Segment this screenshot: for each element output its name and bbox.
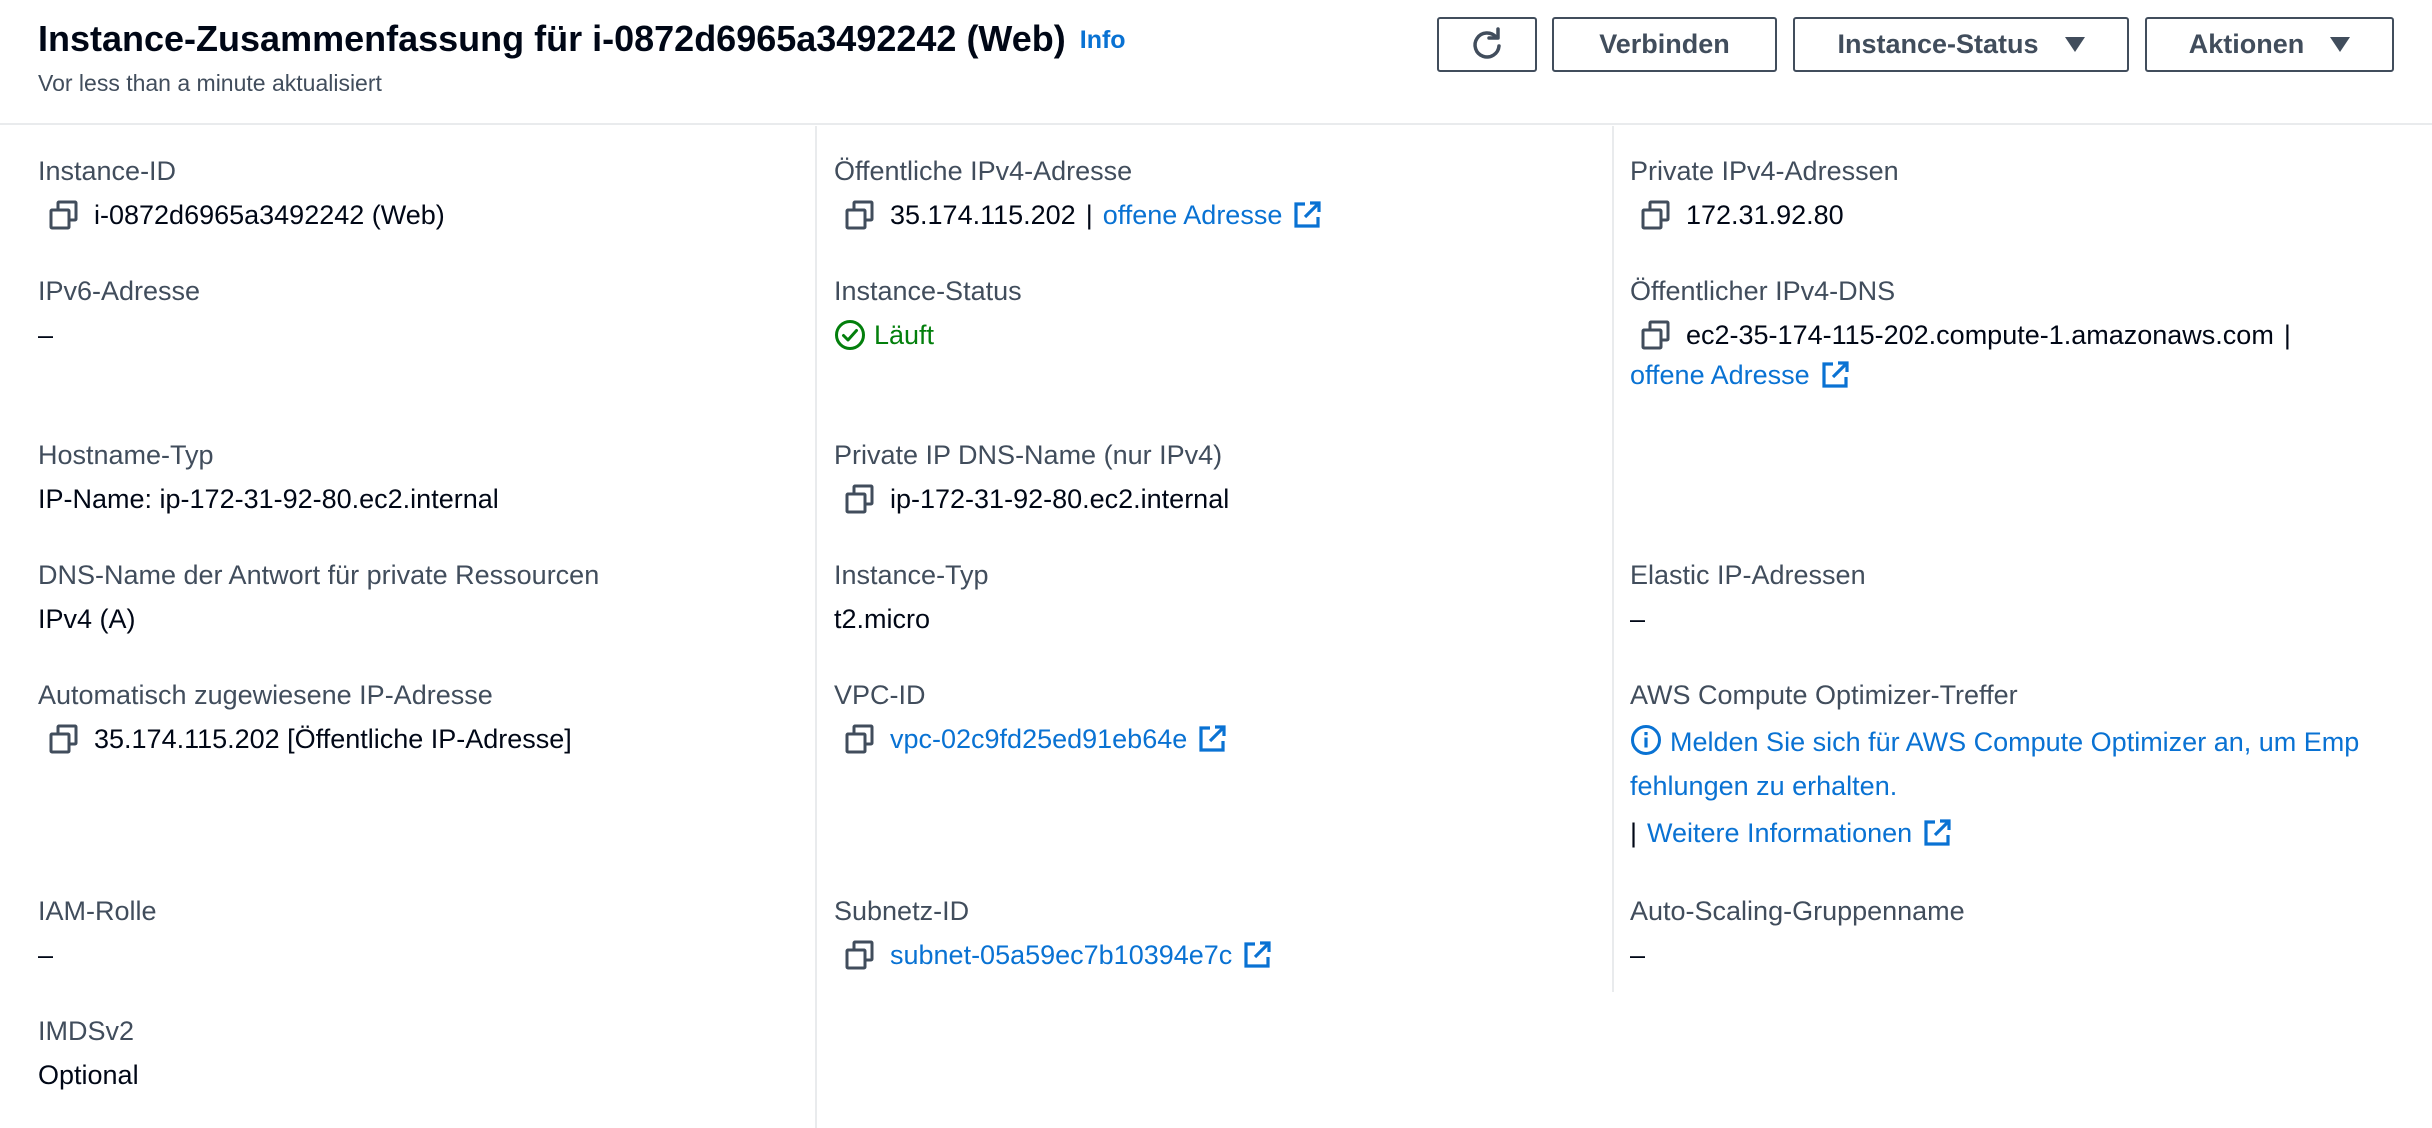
- vpc-id-label: VPC-ID: [834, 680, 926, 710]
- ipv6-field: IPv6-Adresse –: [38, 274, 200, 352]
- instance-state-dropdown-label: Instance-Status: [1837, 29, 2039, 59]
- vpc-id-field: VPC-ID vpc-02c9fd25ed91eb64e: [834, 678, 1227, 756]
- public-ipv4-field: Öffentliche IPv4-Adresse 35.174.115.202 …: [834, 154, 1322, 232]
- public-dns-label: Öffentlicher IPv4-DNS: [1630, 276, 1896, 306]
- asg-value: –: [1630, 940, 1646, 970]
- private-dns-value: ip-172-31-92-80.ec2.internal: [890, 484, 1230, 514]
- info-circle-icon: [1631, 725, 1661, 755]
- external-link-icon[interactable]: [1242, 940, 1272, 970]
- external-link-icon[interactable]: [1922, 818, 1952, 848]
- compute-optimizer-label: AWS Compute Optimizer-Treffer: [1630, 680, 2018, 710]
- instance-type-value: t2.micro: [834, 604, 931, 634]
- elastic-ip-field: Elastic IP-Adressen –: [1630, 558, 1866, 636]
- dns-answer-label: DNS-Name der Antwort für private Ressour…: [38, 560, 600, 590]
- status-badge: Läuft: [834, 318, 1022, 352]
- instance-type-field: Instance-Typ t2.micro: [834, 558, 989, 636]
- separator: |: [2283, 320, 2291, 350]
- check-circle-icon: [835, 320, 865, 350]
- auto-ip-label: Automatisch zugewiesene IP-Adresse: [38, 680, 493, 710]
- hostname-type-label: Hostname-Typ: [38, 440, 214, 470]
- copy-icon[interactable]: [46, 200, 82, 230]
- iam-role-value: –: [38, 940, 54, 970]
- hostname-type-value: IP-Name: ip-172-31-92-80.ec2.internal: [38, 484, 499, 514]
- private-ipv4-label: Private IPv4-Adressen: [1630, 156, 1899, 186]
- ipv6-label: IPv6-Adresse: [38, 276, 201, 306]
- hostname-type-field: Hostname-Typ IP-Name: ip-172-31-92-80.ec…: [38, 438, 499, 516]
- subnet-id-link[interactable]: subnet-05a59ec7b10394e7c: [890, 938, 1232, 972]
- instance-id-label: Instance-ID: [38, 156, 177, 186]
- column-divider: [815, 126, 817, 1128]
- connect-button[interactable]: Verbinden: [1552, 17, 1777, 72]
- external-link-icon[interactable]: [1197, 724, 1227, 754]
- compute-optimizer-line1: Melden Sie sich für AWS Compute Optimize…: [1670, 727, 2360, 757]
- separator: |: [1085, 200, 1093, 230]
- auto-ip-value: 35.174.115.202 [Öffentliche IP-Adresse]: [94, 724, 572, 754]
- public-dns-field: Öffentlicher IPv4-DNS ec2-35-174-115-202…: [1630, 274, 2291, 392]
- instance-status-field: Instance-Status Läuft: [834, 274, 1022, 352]
- last-updated-text: Vor less than a minute aktualisiert: [38, 70, 382, 96]
- more-info-link[interactable]: Weitere Informationen: [1647, 816, 1912, 850]
- ipv6-value: –: [38, 320, 54, 350]
- info-link[interactable]: Info: [1080, 26, 1126, 54]
- instance-id-field: Instance-ID i-0872d6965a3492242 (Web): [38, 154, 445, 232]
- iam-role-field: IAM-Rolle –: [38, 894, 157, 972]
- instance-status-label: Instance-Status: [834, 276, 1022, 306]
- dns-answer-value: IPv4 (A): [38, 604, 136, 634]
- asg-label: Auto-Scaling-Gruppenname: [1630, 896, 1965, 926]
- column-divider: [1612, 126, 1614, 992]
- separator: |: [1630, 818, 1638, 848]
- private-ipv4-value: 172.31.92.80: [1686, 200, 1844, 230]
- compute-optimizer-field: AWS Compute Optimizer-Treffer Melden Sie…: [1630, 678, 2359, 850]
- instance-status-value: Läuft: [874, 320, 935, 350]
- instance-id-value: i-0872d6965a3492242 (Web): [94, 200, 445, 230]
- iam-role-label: IAM-Rolle: [38, 896, 157, 926]
- subnet-id-label: Subnetz-ID: [834, 896, 970, 926]
- imdsv2-label: IMDSv2: [38, 1016, 135, 1046]
- page-header: Instance-Zusammenfassung für i-0872d6965…: [0, 0, 2432, 125]
- private-ipv4-field: Private IPv4-Adressen 172.31.92.80: [1630, 154, 1899, 232]
- copy-icon[interactable]: [1638, 320, 1674, 350]
- copy-icon[interactable]: [842, 200, 878, 230]
- dns-answer-field: DNS-Name der Antwort für private Ressour…: [38, 558, 599, 636]
- private-dns-label: Private IP DNS-Name (nur IPv4): [834, 440, 1223, 470]
- open-address-link[interactable]: offene Adresse: [1630, 358, 1810, 392]
- caret-down-icon: [2330, 37, 2351, 52]
- imdsv2-field: IMDSv2 Optional: [38, 1014, 139, 1092]
- copy-icon[interactable]: [46, 724, 82, 754]
- private-dns-field: Private IP DNS-Name (nur IPv4) ip-172-31…: [834, 438, 1229, 516]
- copy-icon[interactable]: [842, 940, 878, 970]
- asg-field: Auto-Scaling-Gruppenname –: [1630, 894, 1965, 972]
- elastic-ip-value: –: [1630, 604, 1646, 634]
- public-ipv4-label: Öffentliche IPv4-Adresse: [834, 156, 1133, 186]
- actions-dropdown[interactable]: Aktionen: [2145, 17, 2394, 72]
- copy-icon[interactable]: [842, 724, 878, 754]
- auto-ip-field: Automatisch zugewiesene IP-Adresse 35.17…: [38, 678, 572, 756]
- page-title-text: Instance-Zusammenfassung für i-0872d6965…: [38, 18, 1066, 59]
- public-dns-value: ec2-35-174-115-202.compute-1.amazonaws.c…: [1686, 320, 2274, 350]
- page-title: Instance-Zusammenfassung für i-0872d6965…: [38, 18, 1126, 60]
- copy-icon[interactable]: [842, 484, 878, 514]
- actions-dropdown-label: Aktionen: [2188, 29, 2305, 59]
- elastic-ip-label: Elastic IP-Adressen: [1630, 560, 1866, 590]
- external-link-icon[interactable]: [1292, 200, 1322, 230]
- refresh-button[interactable]: [1437, 17, 1537, 72]
- copy-icon[interactable]: [1638, 200, 1674, 230]
- subnet-id-field: Subnetz-ID subnet-05a59ec7b10394e7c: [834, 894, 1272, 972]
- instance-type-label: Instance-Typ: [834, 560, 989, 590]
- connect-button-label: Verbinden: [1599, 29, 1730, 59]
- compute-optimizer-line2[interactable]: fehlungen zu erhalten.: [1630, 764, 2359, 808]
- imdsv2-value: Optional: [38, 1060, 139, 1090]
- vpc-id-link[interactable]: vpc-02c9fd25ed91eb64e: [890, 722, 1187, 756]
- compute-optimizer-signup-link[interactable]: Melden Sie sich für AWS Compute Optimize…: [1630, 720, 2359, 764]
- caret-down-icon: [2064, 37, 2085, 52]
- refresh-icon: [1473, 26, 1501, 59]
- external-link-icon[interactable]: [1820, 360, 1850, 390]
- instance-state-dropdown[interactable]: Instance-Status: [1793, 17, 2129, 72]
- public-ipv4-value: 35.174.115.202: [890, 200, 1076, 230]
- open-address-link[interactable]: offene Adresse: [1103, 198, 1283, 232]
